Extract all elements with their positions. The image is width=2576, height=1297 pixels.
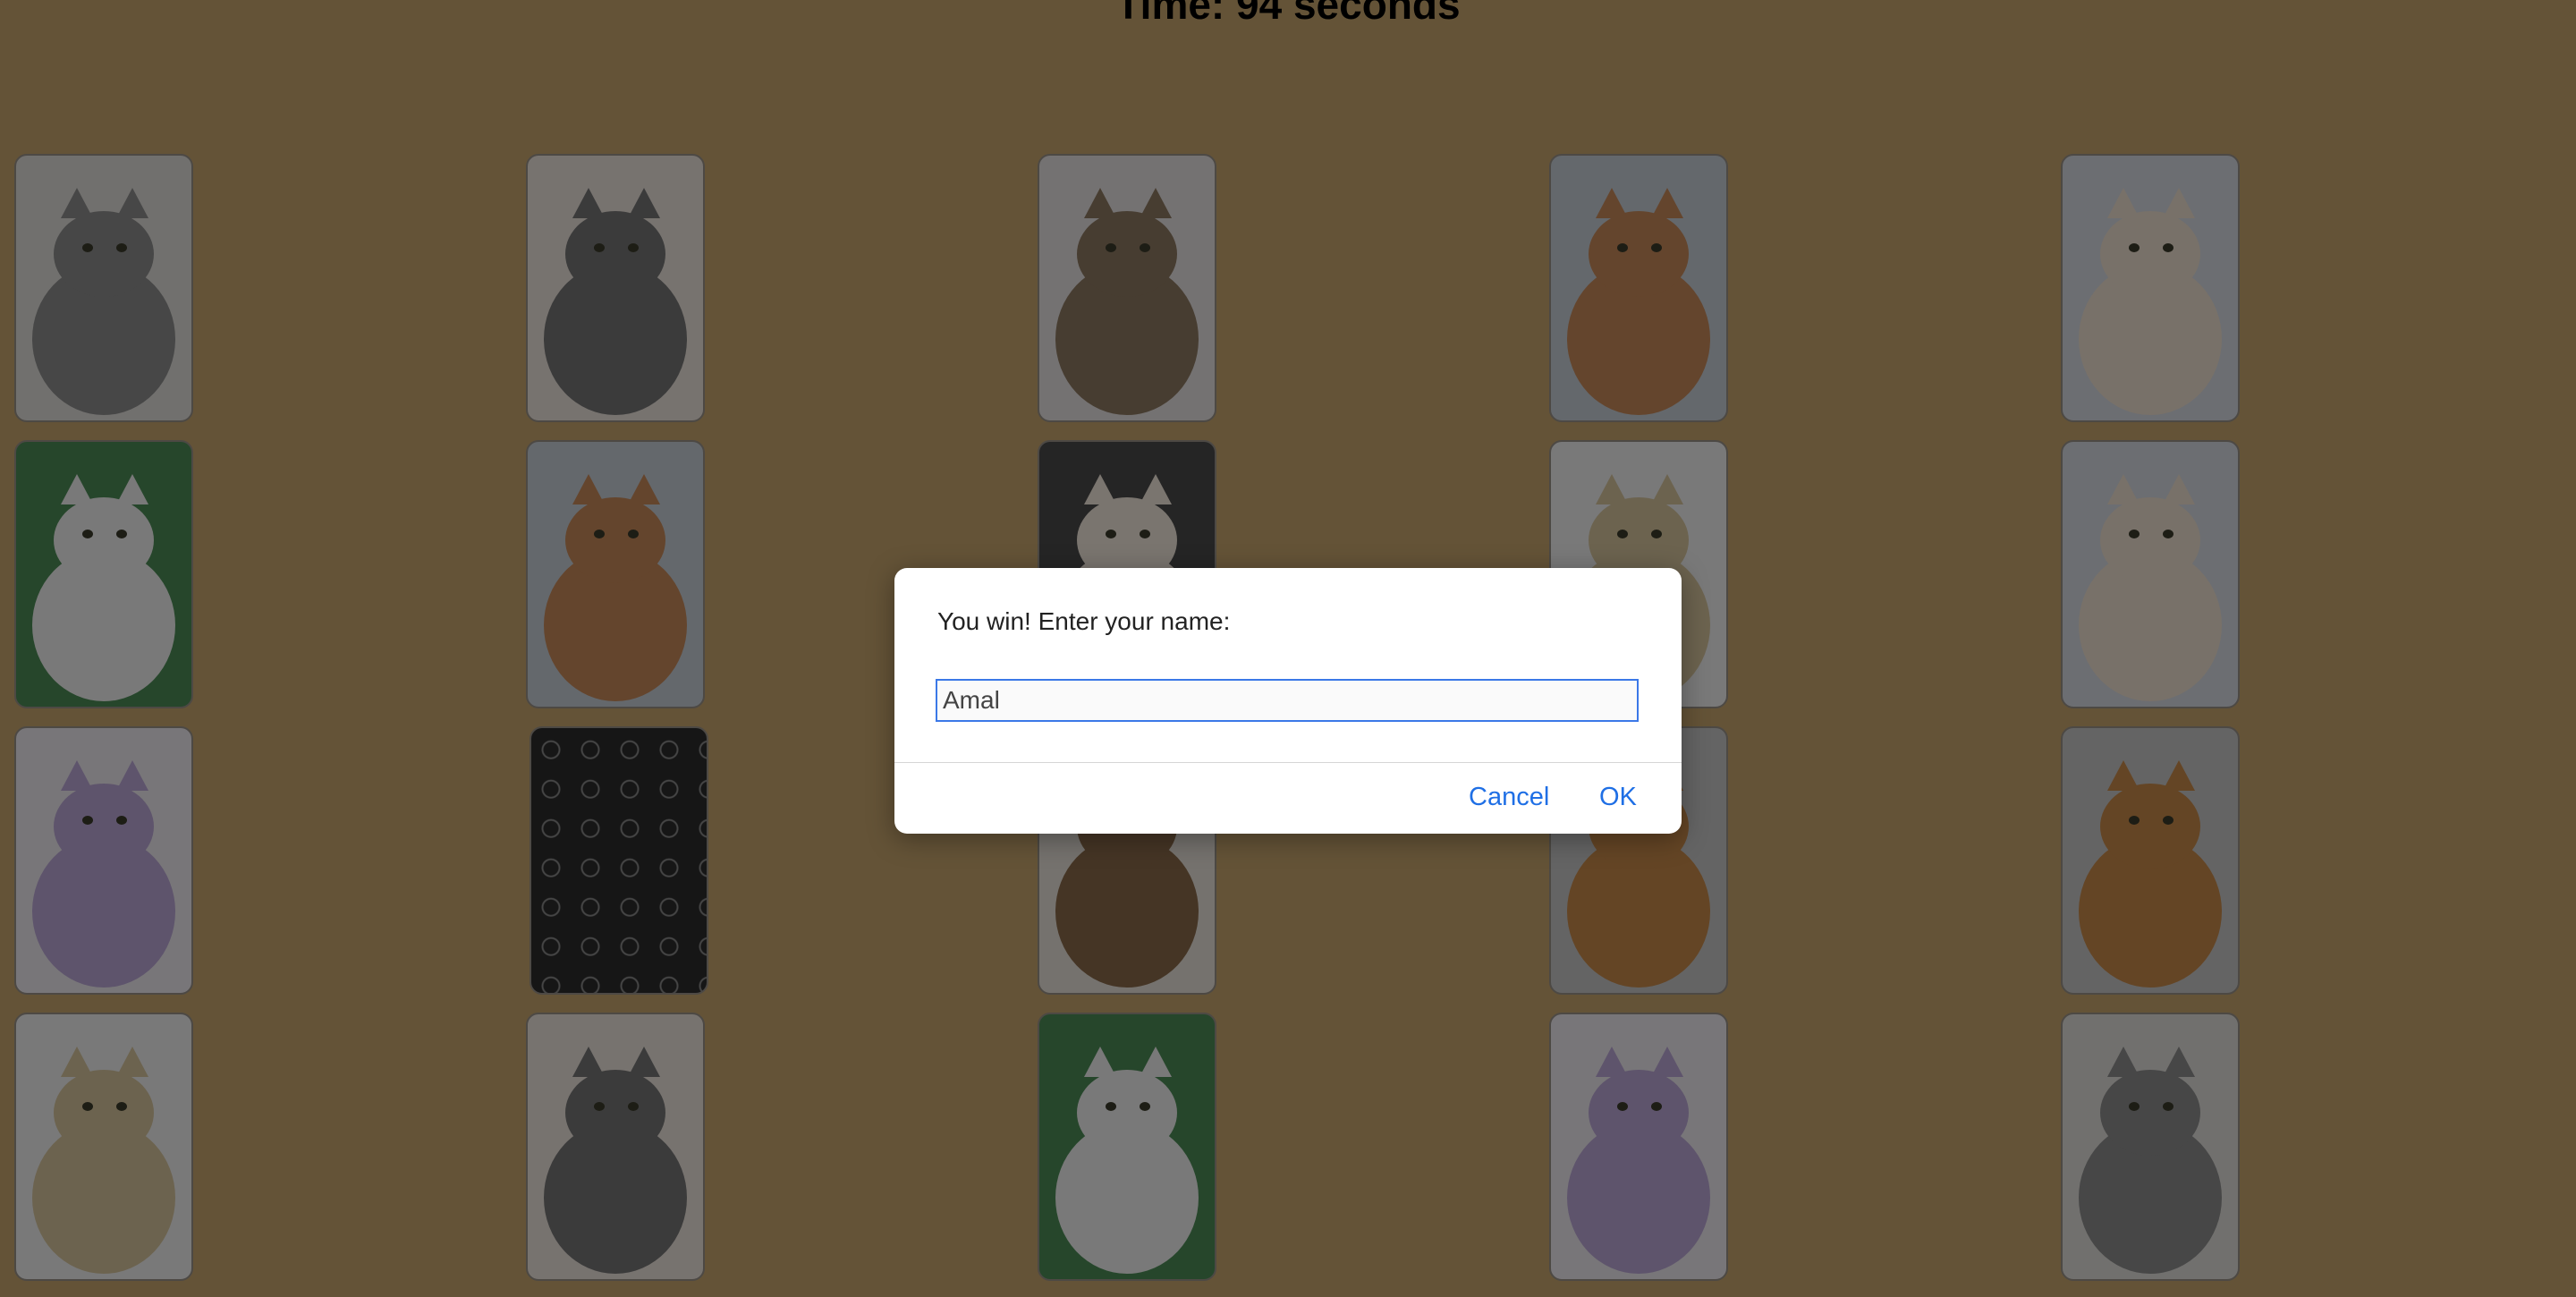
dialog-message: You win! Enter your name:	[937, 607, 1231, 635]
ok-button[interactable]: OK	[1599, 783, 1637, 812]
name-prompt-dialog: You win! Enter your name: Cancel OK	[894, 568, 1682, 834]
cancel-button[interactable]: Cancel	[1469, 783, 1549, 812]
name-input[interactable]	[936, 679, 1639, 722]
dialog-divider	[894, 762, 1682, 763]
